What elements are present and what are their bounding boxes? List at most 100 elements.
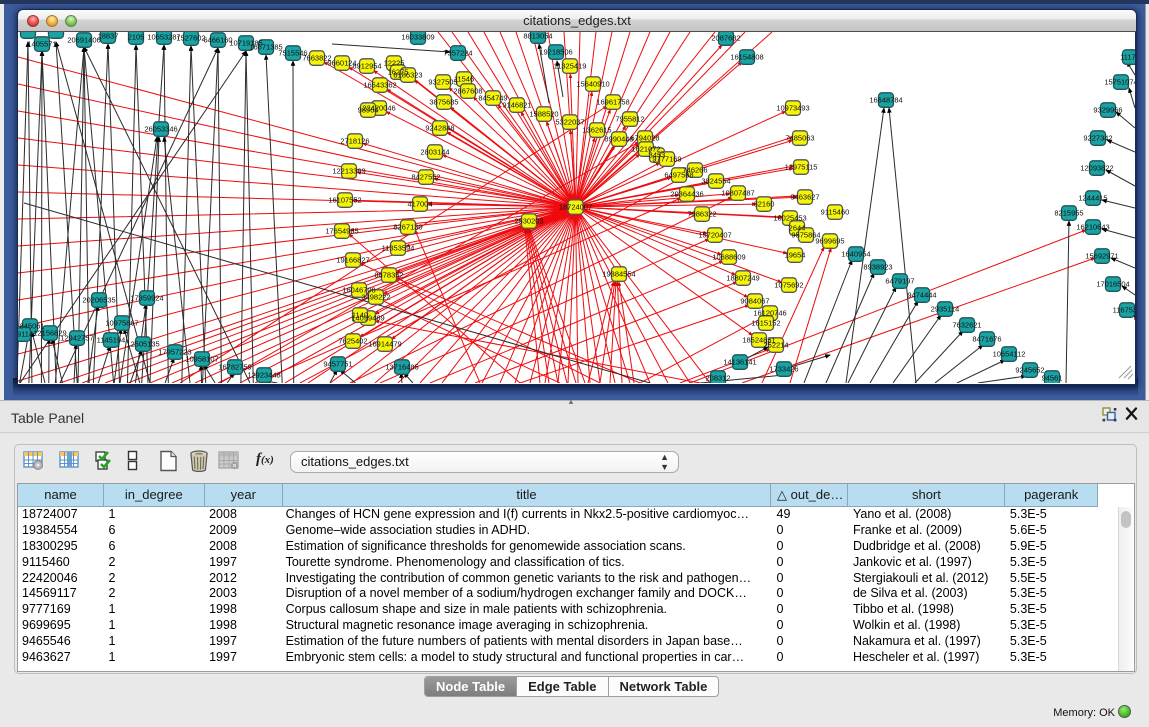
svg-text:12213369: 12213369 [332, 167, 365, 176]
svg-text:8427552: 8427552 [411, 173, 440, 182]
svg-text:20206535: 20206535 [82, 296, 115, 305]
svg-text:8471676: 8471676 [972, 335, 1001, 344]
svg-text:15751074: 15751074 [1104, 78, 1135, 87]
svg-text:16961758: 16961758 [596, 98, 629, 107]
svg-text:8990448: 8990448 [604, 135, 633, 144]
svg-text:14136141: 14136141 [723, 358, 756, 367]
svg-text:16210643: 16210643 [1076, 223, 1109, 232]
svg-text:1362615: 1362615 [582, 126, 611, 135]
svg-text:2105: 2105 [128, 33, 145, 42]
svg-text:1167533: 1167533 [1113, 306, 1135, 315]
svg-text:8186323: 8186323 [393, 71, 422, 80]
svg-text:10958107: 10958107 [185, 355, 218, 364]
svg-text:2530203: 2530203 [514, 217, 543, 226]
svg-text:10025453: 10025453 [773, 214, 806, 223]
svg-text:9474444: 9474444 [907, 291, 936, 300]
svg-text:16543362: 16543362 [363, 81, 396, 90]
svg-text:16120746: 16120746 [753, 309, 786, 318]
svg-text:26053346: 26053346 [144, 125, 177, 134]
svg-text:16033809: 16033809 [401, 33, 434, 42]
svg-text:9777169: 9777169 [652, 155, 681, 164]
svg-text:8215955: 8215955 [1054, 209, 1083, 218]
svg-text:12505135: 12505135 [126, 340, 159, 349]
svg-text:62160: 62160 [754, 200, 775, 209]
svg-text:7625402: 7625402 [338, 337, 367, 346]
svg-text:94561: 94561 [1042, 374, 1063, 383]
svg-text:10975867: 10975867 [105, 319, 138, 328]
svg-text:19166827: 19166827 [336, 256, 369, 265]
svg-text:208312: 208312 [705, 374, 730, 383]
svg-text:7986322: 7986322 [687, 210, 716, 219]
svg-text:12923448: 12923448 [247, 371, 280, 380]
svg-text:8813054: 8813054 [523, 32, 552, 41]
svg-text:2718126: 2718126 [340, 137, 369, 146]
svg-text:5322037: 5322037 [555, 118, 584, 127]
svg-text:10807487: 10807487 [721, 189, 754, 198]
svg-text:9245652: 9245652 [1015, 366, 1044, 375]
svg-text:15640910: 15640910 [576, 80, 609, 89]
svg-text:1140: 1140 [352, 311, 368, 320]
svg-text:3824554: 3824554 [701, 177, 730, 186]
svg-text:20691406: 20691406 [67, 36, 100, 45]
svg-text:3498222: 3498222 [361, 293, 390, 302]
svg-text:6794028: 6794028 [630, 134, 659, 143]
svg-text:9146821: 9146821 [502, 101, 531, 110]
svg-text:16154808: 16154808 [730, 53, 763, 62]
svg-text:1244415: 1244415 [1078, 194, 1107, 203]
svg-text:16648784: 16648784 [869, 96, 902, 105]
svg-text:7632621: 7632621 [952, 321, 981, 330]
svg-text:9457751: 9457751 [323, 360, 352, 369]
svg-text:13716485: 13716485 [385, 363, 418, 372]
svg-text:1588520: 1588520 [529, 110, 558, 119]
svg-text:15720407: 15720407 [698, 231, 731, 240]
svg-text:16107552: 16107552 [328, 196, 361, 205]
svg-text:12225: 12225 [384, 59, 405, 68]
svg-text:11546: 11546 [454, 75, 474, 84]
svg-text:11353594: 11353594 [382, 244, 415, 253]
svg-text:9242848: 9242848 [425, 124, 454, 133]
svg-text:8912954: 8912954 [352, 62, 381, 71]
svg-text:17359924: 17359924 [130, 294, 163, 303]
svg-text:1075692: 1075692 [774, 281, 803, 290]
svg-text:1615152: 1615152 [751, 319, 780, 328]
svg-text:12975115: 12975115 [785, 163, 818, 172]
svg-text:9329966: 9329966 [1093, 106, 1122, 115]
svg-text:18807249: 18807249 [726, 274, 759, 283]
svg-text:1527602: 1527602 [176, 34, 205, 43]
svg-text:16914479: 16914479 [368, 340, 401, 349]
svg-text:9115460: 9115460 [821, 208, 850, 217]
svg-text:10654112: 10654112 [993, 350, 1026, 359]
svg-text:17016504: 17016504 [1096, 280, 1129, 289]
svg-text:3875685: 3875685 [429, 98, 458, 107]
svg-text:8267130: 8267130 [393, 223, 422, 232]
svg-text:1640954: 1640954 [841, 250, 870, 259]
svg-text:19654: 19654 [785, 251, 806, 260]
svg-text:19218506: 19218506 [539, 48, 572, 57]
svg-text:9575864: 9575864 [791, 231, 820, 240]
svg-text:9463627: 9463627 [790, 193, 819, 202]
svg-text:17654985: 17654985 [325, 227, 358, 236]
svg-text:2935114: 2935114 [931, 305, 960, 314]
svg-text:18724007: 18724007 [559, 203, 592, 212]
svg-text:10688609: 10688609 [712, 253, 745, 262]
svg-text:8938923: 8938923 [863, 263, 892, 272]
svg-text:98964: 98964 [358, 106, 379, 115]
svg-text:7485063: 7485063 [785, 134, 814, 143]
svg-text:1405571: 1405571 [27, 40, 56, 49]
svg-text:1145194: 1145194 [97, 336, 126, 345]
svg-text:417004: 417004 [407, 200, 432, 209]
svg-text:7357224: 7357224 [443, 49, 472, 58]
svg-text:6479197: 6479197 [885, 277, 914, 286]
svg-text:19384554: 19384554 [602, 270, 635, 279]
svg-text:12093822: 12093822 [1080, 164, 1113, 173]
svg-text:6497568: 6497568 [664, 171, 693, 180]
svg-text:11325419: 11325419 [554, 62, 587, 71]
svg-text:18837: 18837 [98, 32, 119, 41]
svg-text:2087682: 2087682 [711, 34, 740, 43]
svg-text:10973493: 10973493 [776, 104, 809, 113]
svg-text:9227342: 9227342 [1083, 134, 1112, 143]
svg-text:2803144: 2803144 [420, 148, 449, 157]
svg-text:8878352: 8878352 [374, 271, 403, 280]
svg-text:15692971: 15692971 [1085, 252, 1118, 261]
svg-text:252214: 252214 [763, 341, 788, 350]
